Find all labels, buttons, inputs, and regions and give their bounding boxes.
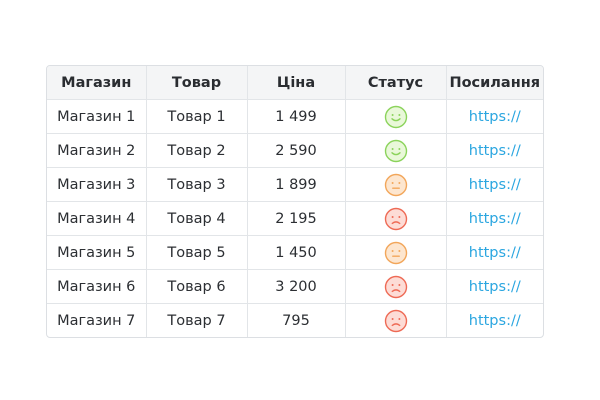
table-row: Магазин 6 Товар 63 200 https:// bbox=[47, 269, 543, 304]
price-table-container: Магазин Товар Ціна Статус Посилання Мага… bbox=[46, 65, 544, 338]
table-row: Магазин 5 Товар 51 450 https:// bbox=[47, 235, 543, 270]
table-row: Магазин 4 Товар 42 195 https:// bbox=[47, 201, 543, 236]
price-table: Магазин Товар Ціна Статус Посилання Мага… bbox=[47, 66, 543, 337]
link-cell: https:// bbox=[446, 269, 543, 304]
price-cell: 1 499 bbox=[247, 99, 346, 134]
link-cell: https:// bbox=[446, 133, 543, 168]
product-link[interactable]: https:// bbox=[469, 211, 521, 227]
status-cell bbox=[345, 99, 447, 134]
product-cell: Товар 2 bbox=[146, 133, 248, 168]
price-cell: 1 899 bbox=[247, 167, 346, 202]
price-cell: 3 200 bbox=[247, 269, 346, 304]
frowning-face-icon bbox=[384, 207, 407, 230]
smiling-face-icon bbox=[384, 139, 407, 162]
neutral-face-icon bbox=[384, 241, 407, 264]
column-header-link: Посилання bbox=[446, 66, 543, 100]
product-link[interactable]: https:// bbox=[469, 177, 521, 193]
shop-cell: Магазин 5 bbox=[47, 235, 147, 270]
product-link[interactable]: https:// bbox=[469, 143, 521, 159]
table-row: Магазин 7 Товар 7 795 https:// bbox=[47, 303, 543, 338]
product-link[interactable]: https:// bbox=[469, 245, 521, 261]
product-link[interactable]: https:// bbox=[469, 279, 521, 295]
link-cell: https:// bbox=[446, 167, 543, 202]
product-link[interactable]: https:// bbox=[469, 313, 521, 329]
link-cell: https:// bbox=[446, 201, 543, 236]
product-cell: Товар 3 bbox=[146, 167, 248, 202]
column-header-shop: Магазин bbox=[47, 66, 147, 100]
frowning-face-icon bbox=[384, 275, 407, 298]
table-body: Магазин 1 Товар 11 499 https://Магазин 2 То… bbox=[47, 99, 543, 338]
column-header-status: Статус bbox=[345, 66, 447, 100]
status-cell bbox=[345, 167, 447, 202]
product-cell: Товар 6 bbox=[146, 269, 248, 304]
status-cell bbox=[345, 235, 447, 270]
link-cell: https:// bbox=[446, 304, 543, 338]
price-cell: 1 450 bbox=[247, 235, 346, 270]
product-cell: Товар 1 bbox=[146, 99, 248, 134]
neutral-face-icon bbox=[384, 173, 407, 196]
shop-cell: Магазин 1 bbox=[47, 99, 147, 134]
table-row: Магазин 2 Товар 22 590 https:// bbox=[47, 133, 543, 168]
column-header-product: Товар bbox=[146, 66, 248, 100]
price-cell: 2 590 bbox=[247, 133, 346, 168]
shop-cell: Магазин 6 bbox=[47, 269, 147, 304]
table-row: Магазин 3 Товар 31 899 https:// bbox=[47, 167, 543, 202]
shop-cell: Магазин 3 bbox=[47, 167, 147, 202]
smiling-face-icon bbox=[384, 105, 407, 128]
shop-cell: Магазин 4 bbox=[47, 201, 147, 236]
status-cell bbox=[345, 133, 447, 168]
price-cell: 795 bbox=[247, 303, 346, 337]
product-link[interactable]: https:// bbox=[469, 109, 521, 125]
product-cell: Товар 4 bbox=[146, 201, 248, 236]
product-cell: Товар 7 bbox=[146, 303, 248, 337]
column-header-price: Ціна bbox=[247, 66, 346, 100]
product-cell: Товар 5 bbox=[146, 235, 248, 270]
link-cell: https:// bbox=[446, 235, 543, 270]
status-cell bbox=[345, 269, 447, 304]
table-header: Магазин Товар Ціна Статус Посилання bbox=[47, 66, 543, 100]
header-row: Магазин Товар Ціна Статус Посилання bbox=[47, 66, 543, 100]
table-row: Магазин 1 Товар 11 499 https:// bbox=[47, 99, 543, 134]
status-cell bbox=[345, 303, 447, 337]
status-cell bbox=[345, 201, 447, 236]
shop-cell: Магазин 7 bbox=[47, 303, 147, 337]
page: Магазин Товар Ціна Статус Посилання Мага… bbox=[0, 0, 600, 400]
shop-cell: Магазин 2 bbox=[47, 133, 147, 168]
link-cell: https:// bbox=[446, 99, 543, 134]
frowning-face-icon bbox=[384, 309, 407, 332]
price-cell: 2 195 bbox=[247, 201, 346, 236]
